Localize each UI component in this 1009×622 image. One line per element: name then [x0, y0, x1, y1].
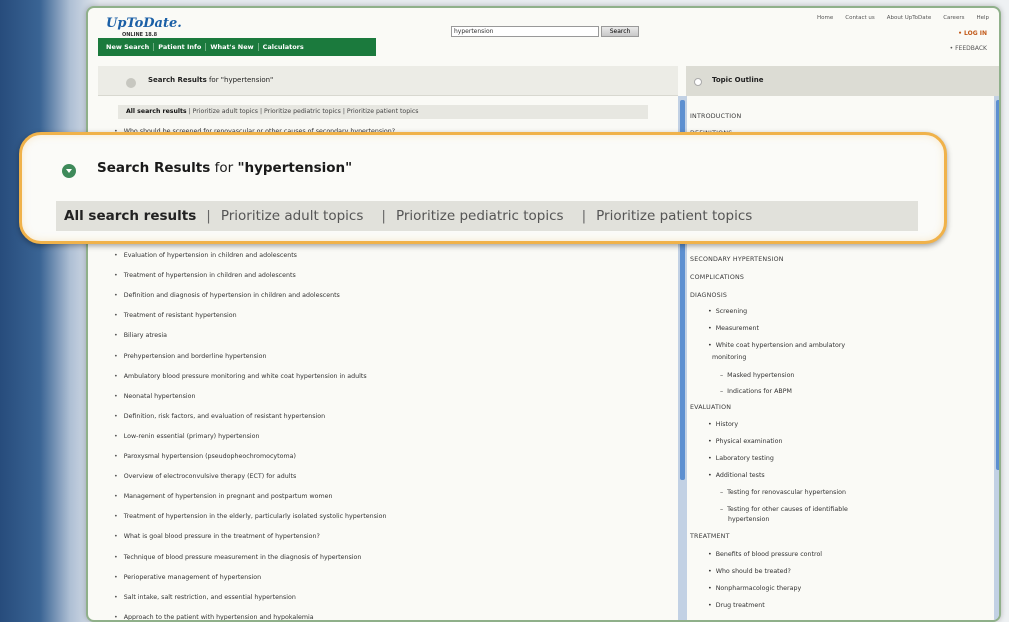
outline-item-link[interactable]: Additional tests [708, 472, 765, 479]
outline-item-link[interactable]: Screening [708, 308, 747, 315]
result-link[interactable]: Definition, risk factors, and evaluation… [114, 413, 325, 420]
result-link[interactable]: Treatment of resistant hypertension [114, 312, 237, 319]
filter-bar: All search results | Prioritize adult to… [118, 105, 648, 119]
outline-item-link[interactable]: Who should be treated? [708, 568, 791, 575]
collapse-icon[interactable] [62, 164, 76, 178]
results-title: Search Results for "hypertension" [148, 76, 273, 84]
toplink-careers[interactable]: Careers [943, 15, 964, 21]
feedback-link[interactable]: • FEEDBACK [950, 45, 987, 52]
result-link[interactable]: What is goal blood pressure in the treat… [114, 533, 320, 540]
outline-item-link[interactable]: Physical examination [708, 438, 783, 445]
result-link[interactable]: Overview of electroconvulsive therapy (E… [114, 473, 297, 480]
callout-tab-sep: | [381, 208, 386, 224]
callout-title-query: "hypertension" [237, 160, 353, 176]
results-header: Search Results for "hypertension" [98, 66, 678, 96]
outline-section-link[interactable]: INTRODUCTION [690, 113, 741, 120]
outline-scrollbar-thumb[interactable] [996, 100, 999, 470]
outline-item-link[interactable]: Testing for other causes of identifiable [720, 506, 848, 513]
callout-tab-pediatric[interactable]: Prioritize pediatric topics [396, 208, 564, 224]
main-nav: New Search Patient Info What's New Calcu… [98, 38, 376, 56]
callout-title-rest: for [210, 160, 238, 176]
outline-toggle-icon[interactable] [694, 78, 702, 86]
filter-patient[interactable]: Prioritize patient topics [347, 108, 419, 115]
results-title-rest: for "hypertension" [206, 76, 274, 84]
filter-all[interactable]: All search results [126, 108, 187, 115]
nav-calculators[interactable]: Calculators [259, 43, 308, 51]
callout-title-bold: Search Results [97, 160, 211, 176]
outline-item-link[interactable]: Masked hypertension [720, 372, 794, 379]
result-link[interactable]: Evaluation of hypertension in children a… [114, 252, 297, 259]
callout-title: Search Results for "hypertension" [97, 160, 352, 176]
outline-item-link[interactable]: Drug treatment [708, 602, 765, 609]
callout-tab-sep: | [581, 208, 587, 224]
callout-tab-patient[interactable]: Prioritize patient topics [596, 208, 752, 224]
outline-item-link[interactable]: Indications for ABPM [720, 388, 792, 395]
result-link[interactable]: Definition and diagnosis of hypertension… [114, 292, 340, 299]
outline-item-link[interactable]: Nonpharmacologic therapy [708, 585, 802, 592]
nav-new-search[interactable]: New Search [102, 43, 155, 51]
login-link[interactable]: • LOG IN [958, 30, 987, 37]
outline-section-link[interactable]: SECONDARY HYPERTENSION [690, 256, 784, 263]
result-link[interactable]: Approach to the patient with hypertensio… [114, 614, 314, 620]
search-button[interactable]: Search [601, 26, 639, 37]
outline-item-link[interactable]: monitoring [712, 354, 746, 361]
feedback-label: FEEDBACK [955, 45, 987, 52]
logo-name: UpToDate. [106, 16, 182, 31]
result-link[interactable]: Paroxysmal hypertension (pseudopheochrom… [114, 453, 296, 460]
result-link[interactable]: Low-renin essential (primary) hypertensi… [114, 433, 260, 440]
result-link[interactable]: Management of hypertension in pregnant a… [114, 493, 333, 500]
topic-outline-header: Topic Outline [686, 66, 999, 96]
result-link[interactable]: Treatment of hypertension in children an… [114, 272, 296, 279]
toplink-contact[interactable]: Contact us [845, 15, 875, 21]
result-link[interactable]: Prehypertension and borderline hypertens… [114, 353, 267, 360]
callout-filter-tabs: All search results | Prioritize adult to… [56, 201, 918, 231]
outline-section-link[interactable]: TREATMENT [690, 533, 730, 540]
top-links: Home Contact us About UpToDate Careers H… [817, 15, 989, 21]
toplink-about[interactable]: About UpToDate [887, 15, 931, 21]
outline-item-link[interactable]: History [708, 421, 738, 428]
nav-whats-new[interactable]: What's New [206, 43, 259, 51]
topic-outline-title: Topic Outline [712, 76, 764, 84]
outline-item-link[interactable]: hypertension [728, 516, 769, 523]
result-link[interactable]: Salt intake, salt restriction, and essen… [114, 594, 296, 601]
outline-section-link[interactable]: COMPLICATIONS [690, 274, 744, 281]
result-link[interactable]: Ambulatory blood pressure monitoring and… [114, 373, 367, 380]
nav-patient-info[interactable]: Patient Info [154, 43, 207, 51]
zoom-callout: Search Results for "hypertension" All se… [19, 132, 947, 244]
uptodate-window: UpToDate. ONLINE 18.8 New Search Patient… [86, 6, 1001, 622]
outline-item-link[interactable]: Benefits of blood pressure control [708, 551, 822, 558]
toplink-help[interactable]: Help [976, 15, 989, 21]
outline-item-link[interactable]: Measurement [708, 325, 759, 332]
result-link[interactable]: Technique of blood pressure measurement … [114, 554, 362, 561]
result-link[interactable]: Perioperative management of hypertension [114, 574, 261, 581]
collapse-icon[interactable] [126, 78, 136, 88]
toplink-home[interactable]: Home [817, 15, 833, 21]
result-link[interactable]: Neonatal hypertension [114, 393, 196, 400]
uptodate-logo[interactable]: UpToDate. ONLINE 18.8 [98, 14, 378, 38]
outline-section-link[interactable]: EVALUATION [690, 404, 731, 411]
result-link[interactable]: Biliary atresia [114, 332, 167, 339]
login-label: LOG IN [964, 30, 987, 37]
result-link[interactable]: Treatment of hypertension in the elderly… [114, 513, 387, 520]
callout-tab-all[interactable]: All search results [64, 208, 196, 224]
search-input[interactable]: hypertension [451, 26, 599, 37]
filter-pediatric[interactable]: Prioritize pediatric topics [264, 108, 341, 115]
outline-item-link[interactable]: White coat hypertension and ambulatory [708, 342, 845, 349]
outline-section-link[interactable]: DIAGNOSIS [690, 292, 727, 299]
callout-tab-adult[interactable]: Prioritize adult topics [221, 208, 364, 224]
filter-adult[interactable]: Prioritize adult topics [193, 108, 258, 115]
outline-item-link[interactable]: Testing for renovascular hypertension [720, 489, 846, 496]
results-title-bold: Search Results [148, 76, 207, 84]
callout-tab-sep: | [206, 208, 211, 224]
outline-item-link[interactable]: Laboratory testing [708, 455, 774, 462]
